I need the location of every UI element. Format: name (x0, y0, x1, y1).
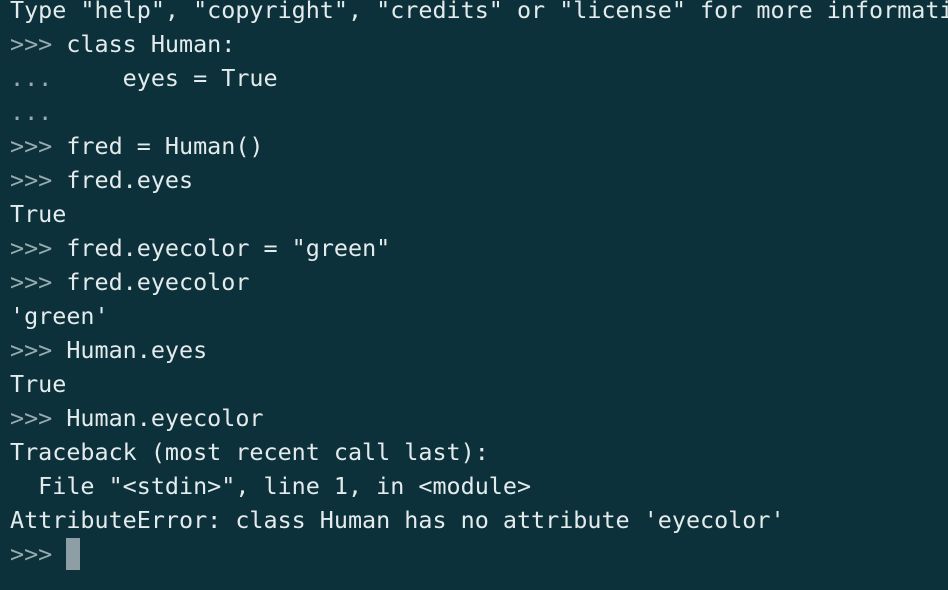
line-text: Type "help", "copyright", "credits" or "… (10, 0, 948, 24)
terminal-line: >>> fred.eyecolor = "green" (10, 231, 948, 265)
terminal-line: True (10, 197, 948, 231)
line-text: True (10, 370, 67, 398)
line-prompt: ... (10, 98, 53, 126)
line-prompt: >>> (10, 30, 67, 58)
line-prompt: >>> (10, 336, 67, 364)
line-text: fred.eyecolor = "green" (66, 234, 391, 262)
terminal-line: >>> fred = Human() (10, 129, 948, 163)
line-text: fred.eyecolor (66, 268, 250, 296)
line-text: fred.eyes (66, 166, 194, 194)
line-prompt: >>> (10, 234, 67, 262)
terminal-line: >>> Human.eyecolor (10, 401, 948, 435)
line-text: class Human: (66, 30, 236, 58)
line-text: File "<stdin>", line 1, in <module> (10, 472, 532, 500)
terminal-input-line[interactable]: >>> (10, 537, 948, 571)
terminal-line: >>> fred.eyecolor (10, 265, 948, 299)
terminal-window[interactable]: Type "help", "copyright", "credits" or "… (0, 0, 948, 590)
terminal-line: >>> class Human: (10, 27, 948, 61)
line-text: 'green' (10, 302, 109, 330)
line-prompt: >>> (10, 404, 67, 432)
line-text: fred = Human() (66, 132, 264, 160)
terminal-line: ... eyes = True (10, 61, 948, 95)
terminal-line: ... (10, 95, 948, 129)
terminal-line: AttributeError: class Human has no attri… (10, 503, 948, 537)
terminal-line: Traceback (most recent call last): (10, 435, 948, 469)
terminal-line: >>> Human.eyes (10, 333, 948, 367)
line-prompt: >>> (10, 166, 67, 194)
line-prompt: >>> (10, 132, 67, 160)
terminal-line: File "<stdin>", line 1, in <module> (10, 469, 948, 503)
line-text: AttributeError: class Human has no attri… (10, 506, 785, 534)
terminal-line: Type "help", "copyright", "credits" or "… (10, 0, 948, 27)
terminal-line: >>> fred.eyes (10, 163, 948, 197)
line-text: Human.eyecolor (66, 404, 264, 432)
line-prompt: ... (10, 64, 67, 92)
line-text: True (10, 200, 67, 228)
text-cursor (66, 538, 81, 570)
line-text: Human.eyes (66, 336, 208, 364)
terminal-output: Type "help", "copyright", "credits" or "… (10, 0, 948, 571)
input-prompt: >>> (10, 540, 67, 568)
line-text: Traceback (most recent call last): (10, 438, 489, 466)
terminal-line: True (10, 367, 948, 401)
terminal-line: 'green' (10, 299, 948, 333)
line-prompt: >>> (10, 268, 67, 296)
line-text: eyes = True (66, 64, 278, 92)
